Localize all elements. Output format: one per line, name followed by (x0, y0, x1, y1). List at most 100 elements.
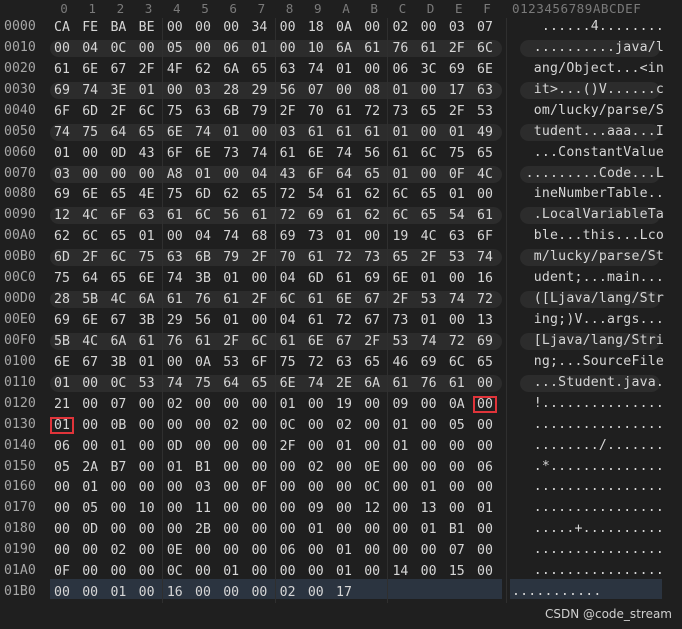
hex-byte[interactable]: 56 (360, 145, 384, 162)
hex-row[interactable]: 0120 21 00 07 00 02 00 00 00 01 00 19 00 09 00 0A 00!...… (0, 394, 682, 415)
hex-byte[interactable]: 10 (135, 500, 159, 517)
hex-byte[interactable]: 01 (473, 500, 497, 517)
hex-byte[interactable]: 4C (473, 166, 497, 183)
hex-byte[interactable]: 00 (191, 19, 215, 36)
hex-byte[interactable]: 01 (417, 521, 441, 538)
hex-byte[interactable]: 04 (78, 40, 102, 57)
hex-byte[interactable]: 64 (219, 375, 243, 392)
hex-byte[interactable]: 00 (417, 82, 441, 99)
hex-byte[interactable]: 54 (304, 186, 328, 203)
ascii-text[interactable]: ng;...SourceFile (512, 354, 664, 369)
hex-byte[interactable]: 00 (247, 438, 271, 455)
hex-byte[interactable]: 02 (332, 417, 356, 434)
hex-byte[interactable]: 6B (219, 103, 243, 120)
ascii-text[interactable]: om/lucky/parse/S (512, 103, 664, 118)
hex-row[interactable]: 00A0 62 6C 65 01 00 04 74 68 69 73 01 00 19 4C 63 6F ble.… (0, 226, 682, 247)
hex-byte[interactable]: 00 (135, 438, 159, 455)
hex-byte[interactable]: 01 (417, 312, 441, 329)
hex-byte[interactable]: 00 (276, 521, 300, 538)
hex-byte[interactable]: 3C (417, 61, 441, 78)
hex-byte[interactable]: 61 (304, 312, 328, 329)
hex-byte[interactable]: 19 (388, 228, 412, 245)
ascii-text[interactable]: ([Ljava/lang/Str (512, 291, 664, 306)
hex-byte[interactable]: 53 (417, 291, 441, 308)
hex-byte[interactable]: 4C (78, 333, 102, 350)
hex-byte[interactable]: 49 (473, 124, 497, 141)
hex-byte[interactable]: 0E (163, 542, 187, 559)
hex-byte[interactable]: 61 (360, 40, 384, 57)
hex-byte[interactable]: 0D (78, 521, 102, 538)
hex-byte[interactable]: 00 (360, 521, 384, 538)
hex-byte[interactable]: 0E (360, 459, 384, 476)
hex-byte[interactable]: 53 (219, 354, 243, 371)
hex-byte[interactable]: 72 (473, 291, 497, 308)
hex-byte[interactable]: 01 (191, 166, 215, 183)
hex-byte[interactable]: 17 (445, 82, 469, 99)
hex-byte[interactable]: 01 (332, 228, 356, 245)
hex-byte[interactable]: 6C (276, 291, 300, 308)
hex-byte[interactable]: 73 (388, 103, 412, 120)
hex-byte[interactable]: 64 (78, 270, 102, 287)
hex-byte[interactable]: 01 (332, 438, 356, 455)
hex-byte[interactable]: 74 (332, 145, 356, 162)
ascii-text[interactable]: m/lucky/parse/St (512, 249, 664, 264)
hex-byte[interactable]: 65 (106, 228, 130, 245)
hex-byte[interactable]: 00 (332, 500, 356, 517)
hex-byte[interactable]: 54 (445, 207, 469, 224)
hex-byte[interactable]: 16 (473, 270, 497, 287)
hex-byte[interactable]: 63 (191, 103, 215, 120)
hex-byte[interactable]: 00 (50, 584, 74, 601)
hex-row[interactable]: 00E0 69 6E 67 3B 29 56 01 00 04 61 72 67 73 01 00 13 ing;… (0, 310, 682, 331)
hex-byte[interactable]: 73 (304, 228, 328, 245)
hex-byte[interactable]: 62 (191, 61, 215, 78)
hex-byte[interactable]: 00 (219, 438, 243, 455)
hex-byte[interactable]: 67 (360, 291, 384, 308)
hex-byte[interactable]: 01 (50, 375, 74, 392)
hex-byte[interactable]: 00 (304, 417, 328, 434)
ascii-text[interactable]: ................ (512, 542, 664, 557)
hex-byte[interactable]: 00 (417, 542, 441, 559)
hex-byte[interactable]: 61 (304, 291, 328, 308)
hex-byte[interactable]: 6E (304, 145, 328, 162)
ascii-text[interactable]: it>...()V......c (512, 82, 664, 97)
hex-byte[interactable]: 00 (417, 166, 441, 183)
hex-byte[interactable]: 6C (388, 186, 412, 203)
ascii-text[interactable]: .....+.......... (512, 521, 664, 536)
hex-byte[interactable]: 68 (247, 228, 271, 245)
hex-byte[interactable]: 61 (50, 61, 74, 78)
hex-byte[interactable]: 00 (247, 270, 271, 287)
hex-byte[interactable]: 69 (50, 312, 74, 329)
hex-byte[interactable]: 01 (445, 124, 469, 141)
hex-byte[interactable]: 00 (417, 124, 441, 141)
hex-byte[interactable]: 61 (163, 207, 187, 224)
hex-byte[interactable]: B1 (445, 521, 469, 538)
hex-byte[interactable]: 18 (304, 19, 328, 36)
hex-byte[interactable]: 0F (445, 166, 469, 183)
hex-byte[interactable]: 00 (247, 563, 271, 580)
hex-byte[interactable]: 6E (332, 291, 356, 308)
hex-byte[interactable]: 69 (276, 228, 300, 245)
hex-byte[interactable]: 02 (304, 459, 328, 476)
hex-byte[interactable]: 06 (219, 40, 243, 57)
hex-byte[interactable]: 28 (219, 82, 243, 99)
hex-byte[interactable]: 12 (50, 207, 74, 224)
hex-byte[interactable]: 70 (276, 249, 300, 266)
hex-byte[interactable]: 13 (473, 312, 497, 329)
hex-byte[interactable]: 00 (219, 19, 243, 36)
hex-byte[interactable]: 29 (247, 82, 271, 99)
hex-byte[interactable]: 01 (219, 270, 243, 287)
hex-byte[interactable]: 2E (332, 375, 356, 392)
hex-byte[interactable]: A8 (163, 166, 187, 183)
hex-row[interactable]: 0180 00 0D 00 00 00 2B 00 00 00 01 00 00 00 01 B1 00....… (0, 519, 682, 540)
hex-byte[interactable]: 00 (388, 479, 412, 496)
hex-byte[interactable]: 17 (332, 584, 356, 601)
ascii-text[interactable]: .LocalVariableTa (512, 207, 664, 222)
hex-byte[interactable]: 72 (332, 312, 356, 329)
hex-byte[interactable]: 00 (360, 417, 384, 434)
hex-byte[interactable]: 4C (78, 207, 102, 224)
hex-byte[interactable]: 74 (163, 375, 187, 392)
hex-byte[interactable]: 4C (106, 291, 130, 308)
hex-byte[interactable]: 00 (163, 354, 187, 371)
hex-byte[interactable]: 65 (473, 145, 497, 162)
hex-row[interactable]: 0050 74 75 64 65 6E 74 01 00 03 61 61 61 01 00 01 49 tude… (0, 122, 682, 143)
